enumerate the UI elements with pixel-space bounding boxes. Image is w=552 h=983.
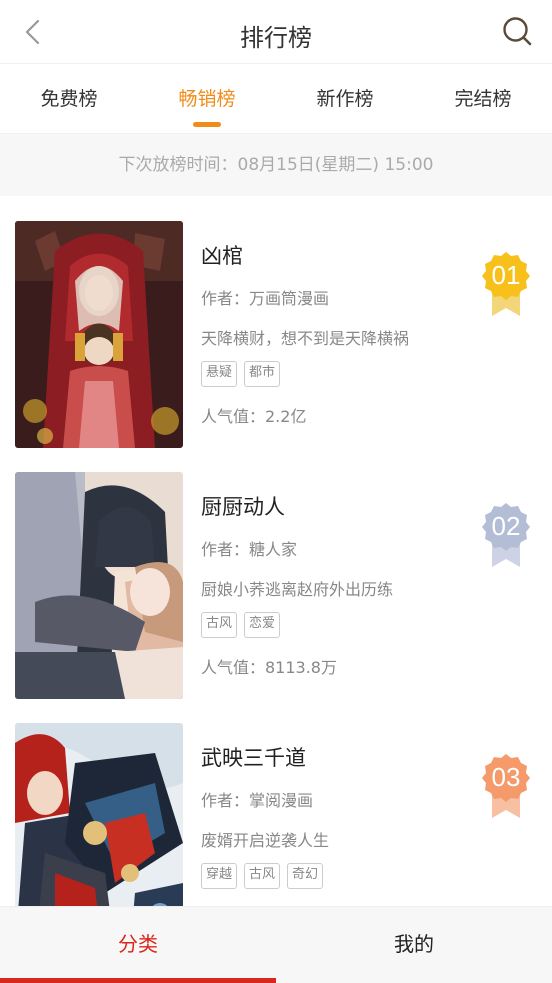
comic-list-item[interactable]: 武映三千道 作者：掌阅漫画 废婿开启逆袭人生 穿越 古风 奇幻 03 — [0, 698, 552, 906]
comic-tags: 悬疑 都市 — [201, 361, 461, 387]
nav-category[interactable]: 分类 — [0, 907, 276, 983]
nav-label: 分类 — [118, 932, 158, 956]
rank-number: 02 — [492, 511, 521, 541]
comic-author: 作者：糖人家 — [201, 540, 298, 559]
comic-info: 厨厨动人 作者：糖人家 厨娘小荞逃离赵府外出历练 古风 恋爱 人气值：8113.… — [201, 472, 461, 677]
comic-tag: 都市 — [244, 361, 281, 387]
tab-label: 新作榜 — [316, 88, 374, 110]
page-title: 排行榜 — [240, 24, 312, 52]
comic-title[interactable]: 凶棺 — [201, 243, 461, 269]
comic-tags: 古风 恋爱 — [201, 612, 461, 638]
comic-author: 作者：万画筒漫画 — [201, 289, 330, 308]
comic-description: 厨娘小荞逃离赵府外出历练 — [201, 580, 394, 599]
comic-cover[interactable] — [15, 221, 183, 448]
comic-description: 废婿开启逆袭人生 — [201, 831, 330, 850]
search-icon[interactable] — [500, 14, 534, 48]
comic-tag: 古风 — [244, 863, 281, 889]
top-bar: 排行榜 — [0, 0, 552, 64]
rank-number: 01 — [492, 260, 521, 290]
comic-popularity: 人气值：8113.8万 — [201, 658, 337, 677]
tab-free[interactable]: 免费榜 — [0, 64, 138, 133]
ranking-list: 凶棺 作者：万画筒漫画 天降横财，想不到是天降横祸 悬疑 都市 人气值：2.2亿… — [0, 196, 552, 906]
comic-tag: 悬疑 — [201, 361, 238, 387]
comic-tag: 恋爱 — [244, 612, 281, 638]
comic-title[interactable]: 厨厨动人 — [201, 494, 461, 520]
comic-info: 武映三千道 作者：掌阅漫画 废婿开启逆袭人生 穿越 古风 奇幻 — [201, 723, 461, 906]
comic-tag: 奇幻 — [287, 863, 324, 889]
comic-description: 天降横财，想不到是天降横祸 — [201, 329, 410, 348]
rank-badge-bronze: 03 — [482, 754, 530, 818]
comic-info: 凶棺 作者：万画筒漫画 天降横财，想不到是天降横祸 悬疑 都市 人气值：2.2亿 — [201, 221, 461, 426]
tab-label: 完结榜 — [454, 88, 512, 110]
tab-label: 免费榜 — [40, 88, 98, 110]
comic-cover[interactable] — [15, 472, 183, 699]
comic-tag: 穿越 — [201, 863, 238, 889]
rank-badge-silver: 02 — [482, 503, 530, 567]
ranking-tabs: 免费榜 畅销榜 新作榜 完结榜 — [0, 64, 552, 134]
rank-number: 03 — [492, 762, 521, 792]
next-release-time: 下次放榜时间：08月15日(星期二) 15:00 — [0, 134, 552, 196]
comic-list-item[interactable]: 凶棺 作者：万画筒漫画 天降横财，想不到是天降横祸 悬疑 都市 人气值：2.2亿… — [0, 196, 552, 448]
tab-label: 畅销榜 — [178, 88, 236, 110]
nav-active-indicator — [0, 978, 276, 983]
comic-tags: 穿越 古风 奇幻 — [201, 863, 461, 889]
comic-list-item[interactable]: 厨厨动人 作者：糖人家 厨娘小荞逃离赵府外出历练 古风 恋爱 人气值：8113.… — [0, 447, 552, 699]
comic-cover[interactable] — [15, 723, 183, 906]
tab-new[interactable]: 新作榜 — [276, 64, 414, 133]
nav-label: 我的 — [394, 932, 434, 956]
tab-completed[interactable]: 完结榜 — [414, 64, 552, 133]
rank-badge-gold: 01 — [482, 252, 530, 316]
nav-mine[interactable]: 我的 — [276, 907, 552, 983]
comic-tag: 古风 — [201, 612, 238, 638]
tab-bestselling[interactable]: 畅销榜 — [138, 64, 276, 133]
comic-author: 作者：掌阅漫画 — [201, 791, 314, 810]
active-tab-indicator — [193, 122, 221, 127]
comic-title[interactable]: 武映三千道 — [201, 745, 461, 771]
comic-popularity: 人气值：2.2亿 — [201, 407, 307, 426]
bottom-nav: 分类 我的 — [0, 906, 552, 983]
